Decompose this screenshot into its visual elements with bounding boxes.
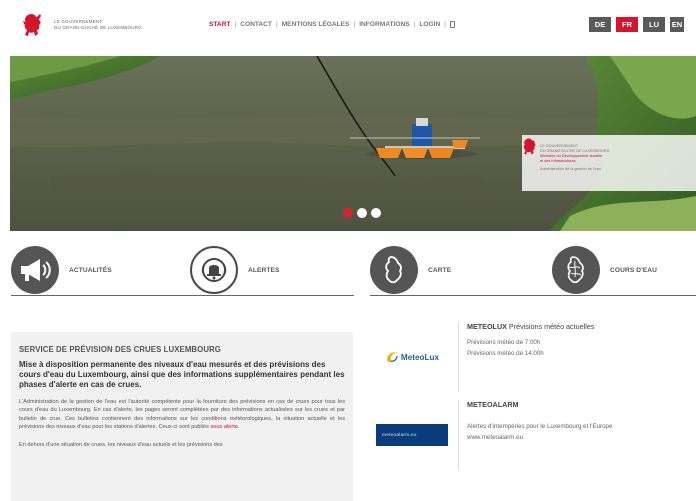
flood-service-intro: SERVICE DE PRÉVISION DES CRUES LUXEMBOUR… [11,332,353,501]
tile-alertes[interactable]: ALERTES [190,246,279,294]
second-paragraph: En dehors d'une situation de crues, les … [19,441,223,448]
meteolux-widget[interactable]: MeteoLux METEOLUX Prévisions météo actue… [370,322,594,392]
paragraph-end: . [237,424,240,431]
nav-separator: | [353,21,356,28]
government-logo[interactable]: LE GOUVERNEMENT DU GRAND-DUCHÉ DE LUXEMB… [22,12,164,38]
intro-paragraph: L'Administration de la gestion de l'eau … [19,398,345,432]
ministry-text: LE GOUVERNEMENT DU GRAND-DUCHÉ DE LUXEMB… [540,144,609,172]
slider-dot-3[interactable] [371,208,381,218]
tile-carte[interactable]: CARTE [370,246,451,294]
meteoalarm-info: METEOALARM Alertes d'intempéries pour le… [458,400,612,470]
lang-de[interactable]: DE [589,17,611,32]
forecast-14h-link[interactable]: Prévisions météo de 14:00h [467,350,594,357]
meteoalarm-logo-text: meteoalarm.eu [382,432,417,438]
lead-text: Mise à disposition permanente des niveau… [19,360,345,389]
mobile-phone-icon[interactable] [449,21,455,28]
slider-dots [343,208,381,218]
meteolux-title: METEOLUX Prévisions météo actuelles [467,322,594,331]
meteolux-logo[interactable]: MeteoLux [370,322,454,392]
meteoalarm-url-link[interactable]: www.meteoalarm.eu [467,434,612,441]
card-line-5: Administration de la gestion de l'eau [540,167,601,171]
section-title: SERVICE DE PRÉVISION DES CRUES LUXEMBOUR… [19,345,221,354]
card-line-4: et des Infrastructures [540,159,576,163]
meteolux-title-bold: METEOLUX [467,322,507,331]
meteoalarm-widget[interactable]: meteoalarm.eu METEOALARM Alertes d'intem… [370,400,612,470]
nav-separator: | [413,21,416,28]
lang-fr[interactable]: FR [616,17,638,32]
hero-slider: LE GOUVERNEMENT DU GRAND-DUCHÉ DE LUXEMB… [10,56,696,231]
gov-line-2: DU GRAND-DUCHÉ DE LUXEMBOURG [54,25,142,30]
meteolux-info: METEOLUX Prévisions météo actuelles Prév… [458,322,594,392]
nav-login[interactable]: LOGIN [419,21,440,28]
luxembourg-map-icon [370,246,418,294]
tile-label: COURS D'EAU [610,266,657,274]
tile-label: ACTUALITÉS [69,266,112,274]
slider-dot-1[interactable] [343,208,353,218]
nav-separator: | [444,21,446,28]
ministry-logo-card: LE GOUVERNEMENT DU GRAND-DUCHÉ DE LUXEMB… [522,135,696,191]
language-switcher: DE FR LU EN [589,17,684,32]
divider-right [370,295,696,296]
meteolux-title-rest: Prévisions météo actuelles [506,322,595,331]
alarm-bell-icon [190,246,238,294]
tile-label: CARTE [428,266,452,274]
tile-actualites[interactable]: ACTUALITÉS [11,246,112,294]
red-lion-icon [523,138,536,155]
red-lion-icon [23,13,41,37]
lang-lu[interactable]: LU [643,17,665,32]
nav-mentions-legales[interactable]: MENTIONS LÉGALES [282,21,350,28]
government-name: LE GOUVERNEMENT DU GRAND-DUCHÉ DE LUXEMB… [54,19,164,31]
meteolux-swirl-icon [386,352,398,363]
nav-start[interactable]: START [209,21,231,28]
divider-left [11,295,354,296]
slider-dot-2[interactable] [357,208,367,218]
nav-contact[interactable]: CONTACT [240,21,272,28]
nav-separator: | [275,21,278,28]
site-header: LE GOUVERNEMENT DU GRAND-DUCHÉ DE LUXEMB… [0,0,696,50]
meteoalarm-title: METEOALARM [467,400,519,409]
megaphone-icon [11,246,59,294]
lang-en[interactable]: EN [670,17,684,32]
nav-separator: | [234,21,237,28]
tile-label: ALERTES [248,266,280,274]
quick-links: ACTUALITÉS ALERTES CARTE COURS D'EAU [0,238,696,298]
forecast-7h-link[interactable]: Prévisions météo de 7:00h [467,339,594,346]
tile-cours-d-eau[interactable]: COURS D'EAU [552,246,657,294]
paragraph-text: L'Administration de la gestion de l'eau … [19,399,345,431]
meteolux-logo-text: MeteoLux [400,352,440,362]
nav-informations[interactable]: INFORMATIONS [359,21,409,28]
meteoalarm-logo[interactable]: meteoalarm.eu [370,400,454,470]
river-map-icon [552,246,600,294]
meteoalarm-description: Alertes d'intempéries pour le Luxembourg… [467,423,613,430]
sous-alerte-link[interactable]: sous alerte [211,424,238,430]
main-nav: START | CONTACT | MENTIONS LÉGALES | INF… [209,21,455,28]
